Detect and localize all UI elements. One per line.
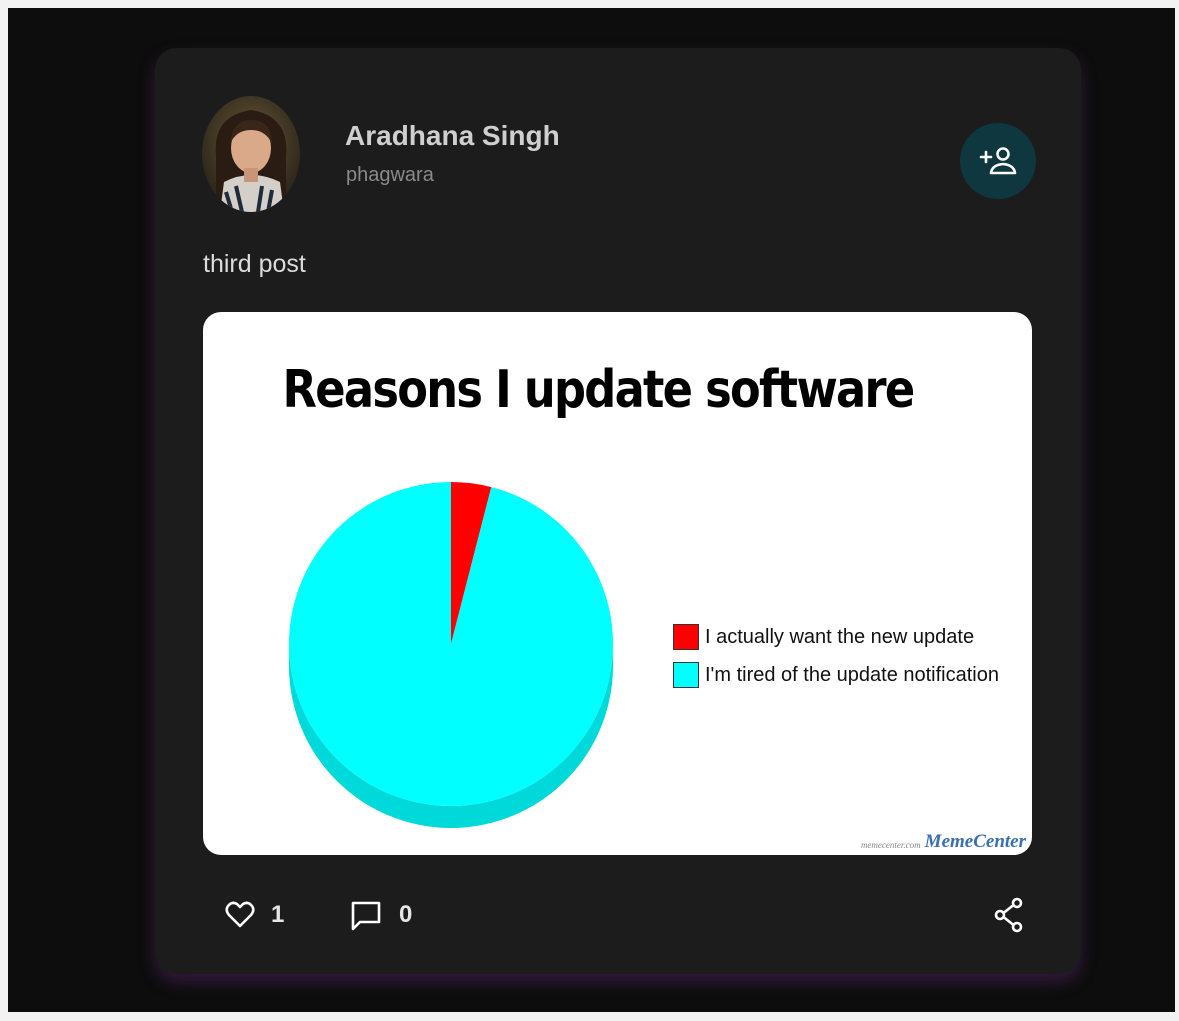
watermark: memecenter.com MemeCenter <box>861 831 1026 853</box>
share-icon <box>994 897 1023 933</box>
legend-label: I actually want the new update <box>705 625 975 648</box>
app-viewport: Aradhana Singh phagwara third post Reaso… <box>8 8 1175 1012</box>
like-count: 1 <box>271 901 285 928</box>
post-image[interactable]: Reasons I update software I actually wan… <box>203 312 1032 855</box>
author-name[interactable]: Aradhana Singh <box>345 120 560 152</box>
post-card: Aradhana Singh phagwara third post Reaso… <box>155 48 1081 974</box>
legend-swatch-red <box>673 624 699 650</box>
comment-count: 0 <box>399 901 413 928</box>
comment-button[interactable]: 0 <box>349 893 412 937</box>
heart-icon <box>225 901 255 928</box>
post-actions: 1 0 <box>225 893 1025 937</box>
post-caption: third post <box>203 250 306 278</box>
legend-item-want-update: I actually want the new update <box>673 620 999 654</box>
legend-label: I'm tired of the update notification <box>705 663 999 686</box>
meme-title: Reasons I update software <box>282 360 916 420</box>
legend-item-tired-notification: I'm tired of the update notification <box>673 658 999 692</box>
comment-icon <box>351 901 381 931</box>
pie-chart <box>288 482 613 828</box>
like-button[interactable]: 1 <box>225 893 284 937</box>
watermark-brand: MemeCenter <box>924 831 1026 852</box>
person-add-icon <box>979 147 1017 175</box>
follow-button[interactable] <box>960 123 1036 199</box>
legend-swatch-cyan <box>673 662 699 688</box>
share-button[interactable] <box>993 893 1025 937</box>
pie-slice-tired-notification <box>288 482 613 806</box>
avatar[interactable] <box>202 96 300 212</box>
author-location: phagwara <box>346 164 434 186</box>
chart-legend: I actually want the new update I'm tired… <box>673 620 999 696</box>
watermark-site: memecenter.com <box>860 840 921 850</box>
